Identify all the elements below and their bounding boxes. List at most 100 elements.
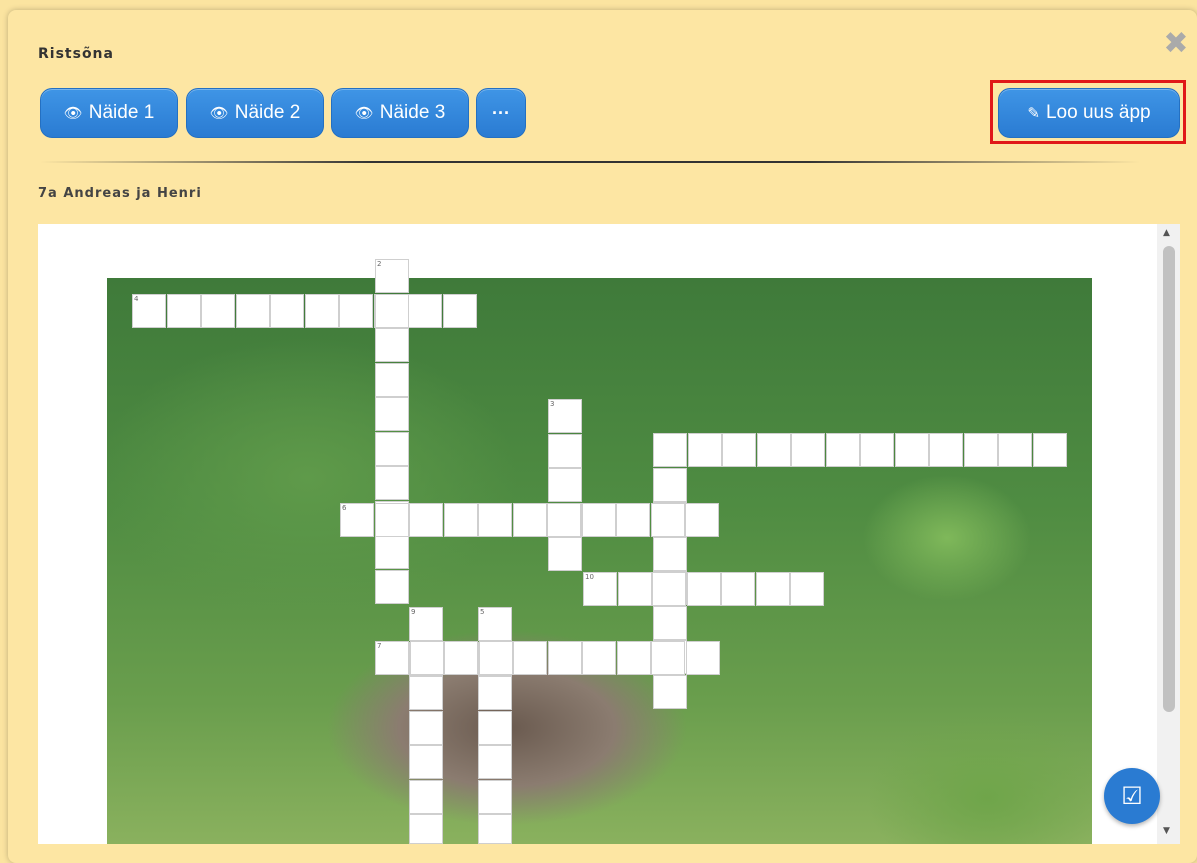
crossword-cell[interactable]	[653, 467, 687, 502]
crossword-cell[interactable]	[582, 641, 616, 675]
crossword-cell[interactable]	[375, 466, 409, 500]
crossword-cell[interactable]	[929, 433, 963, 467]
crossword-cell[interactable]	[442, 294, 477, 328]
crossword-cell[interactable]	[409, 676, 443, 710]
crossword-cell[interactable]	[374, 503, 409, 537]
clue-number: 4	[134, 295, 139, 303]
scroll-thumb[interactable]	[1163, 246, 1175, 712]
crossword-cell[interactable]	[166, 294, 201, 328]
more-icon: ···	[492, 102, 510, 123]
crossword-cell[interactable]	[652, 572, 686, 606]
clue-number: 6	[342, 504, 347, 512]
clue-number: 7	[377, 642, 382, 650]
crossword-cell[interactable]	[651, 641, 685, 675]
crossword-cell[interactable]	[478, 641, 513, 675]
example-3-label: Näide 3	[379, 102, 446, 123]
crossword-cell[interactable]	[685, 641, 720, 675]
crossword-title: 7a Andreas ja Henri	[38, 186, 202, 201]
crossword-cell[interactable]	[963, 433, 998, 467]
crossword-cell[interactable]: 4	[132, 294, 166, 328]
crossword-cell[interactable]	[409, 779, 443, 814]
clue-number: 3	[550, 400, 555, 408]
crossword-cell[interactable]	[409, 503, 443, 537]
check-icon: ☑	[1121, 782, 1143, 810]
close-icon[interactable]: ✖	[1162, 29, 1190, 59]
crossword-cell[interactable]	[650, 503, 685, 537]
example-3-button[interactable]: 👁 Näide 3	[331, 88, 469, 138]
scroll-up-icon[interactable]: ▲	[1163, 228, 1170, 238]
crossword-cell[interactable]	[791, 433, 825, 467]
crossword-cell[interactable]	[617, 572, 652, 606]
crossword-cell[interactable]	[790, 572, 824, 606]
crossword-cell[interactable]: 9	[409, 607, 443, 641]
crossword-cell[interactable]	[409, 641, 444, 675]
crossword-cell[interactable]	[548, 468, 582, 502]
crossword-cell[interactable]	[653, 536, 687, 571]
crossword-cell[interactable]: 5	[478, 607, 512, 641]
eye-icon: 👁	[63, 105, 83, 122]
crossword-cell[interactable]	[478, 814, 512, 844]
crossword-cell[interactable]	[547, 641, 582, 675]
crossword-cell[interactable]	[409, 814, 443, 844]
crossword-cell[interactable]	[860, 433, 894, 467]
clue-number: 2	[377, 260, 382, 268]
crossword-cell[interactable]	[686, 572, 721, 606]
crossword-cell[interactable]	[653, 674, 687, 709]
crossword-cell[interactable]	[616, 503, 650, 537]
crossword-cell[interactable]	[478, 710, 512, 745]
crossword-cell[interactable]	[722, 433, 756, 467]
crossword-cell[interactable]	[478, 745, 512, 779]
crossword-cell[interactable]	[235, 294, 270, 328]
crossword-cell[interactable]	[547, 503, 581, 537]
check-answers-button[interactable]: ☑	[1104, 768, 1160, 824]
crossword-cell[interactable]	[375, 569, 409, 604]
crossword-cell[interactable]	[201, 294, 235, 328]
crossword-cell[interactable]	[685, 503, 719, 537]
crossword-cell[interactable]	[409, 745, 443, 779]
crossword-cell[interactable]	[721, 572, 755, 606]
crossword-cell[interactable]	[998, 433, 1032, 467]
crossword-cell[interactable]	[825, 433, 860, 467]
crossword-cell[interactable]: 7	[375, 641, 409, 675]
more-button[interactable]: ···	[476, 88, 526, 138]
crossword-cell[interactable]	[375, 293, 409, 328]
crossword-cell[interactable]	[443, 503, 478, 537]
crossword-cell[interactable]	[548, 433, 582, 468]
crossword-cell[interactable]	[375, 328, 409, 362]
crossword-cell[interactable]	[616, 641, 651, 675]
crossword-cell[interactable]	[270, 294, 304, 328]
crossword-cell[interactable]	[894, 433, 929, 467]
crossword-cell[interactable]	[653, 605, 687, 640]
divider	[40, 161, 1140, 163]
crossword-cell[interactable]	[375, 535, 409, 569]
crossword-cell[interactable]: 10	[583, 572, 617, 606]
crossword-cell[interactable]	[756, 433, 791, 467]
crossword-cell[interactable]	[512, 503, 547, 537]
crossword-cell[interactable]	[304, 294, 339, 328]
crossword-cell[interactable]	[408, 294, 442, 328]
crossword-cell[interactable]	[687, 433, 722, 467]
crossword-cell[interactable]	[409, 710, 443, 745]
clue-number: 10	[585, 573, 594, 581]
crossword-cell[interactable]	[375, 397, 409, 431]
example-2-button[interactable]: 👁 Näide 2	[186, 88, 324, 138]
eye-icon: 👁	[209, 105, 229, 122]
crossword-cell[interactable]	[1032, 433, 1067, 467]
example-1-button[interactable]: 👁 Näide 1	[40, 88, 178, 138]
crossword-cell[interactable]	[581, 503, 616, 537]
crossword-cell[interactable]	[478, 503, 512, 537]
crossword-cell[interactable]	[478, 779, 512, 814]
crossword-cell[interactable]	[375, 431, 409, 466]
crossword-cell[interactable]: 2	[375, 259, 409, 293]
crossword-cell[interactable]	[444, 641, 478, 675]
crossword-cell[interactable]: 6	[340, 503, 374, 537]
crossword-cell[interactable]	[755, 572, 790, 606]
crossword-cell[interactable]	[548, 537, 582, 571]
crossword-cell[interactable]: 3	[548, 399, 582, 433]
crossword-cell[interactable]	[375, 362, 409, 397]
crossword-cell[interactable]	[653, 433, 687, 467]
scroll-down-icon[interactable]: ▼	[1163, 826, 1170, 836]
crossword-cell[interactable]	[513, 641, 547, 675]
crossword-cell[interactable]	[478, 676, 512, 710]
crossword-cell[interactable]	[339, 294, 373, 328]
